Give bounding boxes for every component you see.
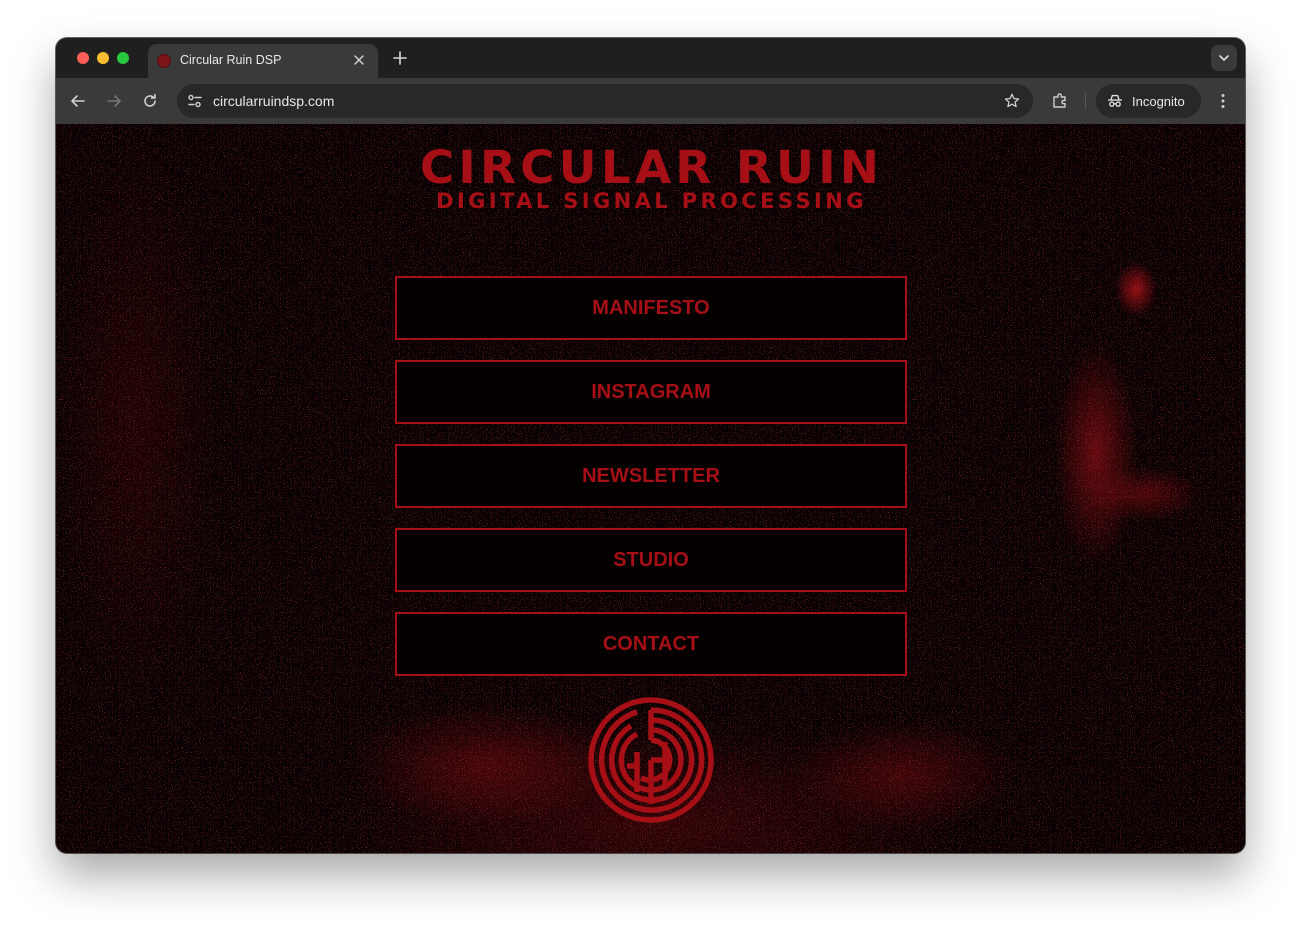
browser-toolbar: circularruindsp.com Incognito <box>56 78 1245 124</box>
incognito-icon <box>1108 94 1122 107</box>
zoom-window-button[interactable] <box>117 52 129 64</box>
plus-icon[interactable] <box>388 46 412 70</box>
toolbar-divider <box>1085 93 1086 109</box>
contact-label: CONTACT <box>602 632 700 655</box>
manifesto-label: MANIFESTO <box>592 296 710 319</box>
reload-icon[interactable] <box>140 91 160 111</box>
newsletter-label: NEWSLETTER <box>582 464 720 487</box>
close-window-button[interactable] <box>77 52 89 64</box>
circular-ruin-favicon-icon <box>157 54 171 68</box>
page-viewport: CIRCULAR RUIN DIGITAL SIGNAL PROCESSING … <box>56 124 1245 853</box>
manifesto-button[interactable]: MANIFESTO <box>395 276 907 340</box>
hero-section: CIRCULAR RUIN DIGITAL SIGNAL PROCESSING … <box>56 124 1245 853</box>
active-tab[interactable]: Circular Ruin DSP <box>148 44 378 78</box>
arrow-left-icon[interactable] <box>68 91 88 111</box>
newsletter-button[interactable]: NEWSLETTER <box>395 444 907 508</box>
url-text[interactable]: circularruindsp.com <box>213 93 334 109</box>
tab-title: Circular Ruin DSP <box>180 53 282 67</box>
brand-title[interactable]: CIRCULAR RUIN <box>385 145 919 190</box>
address-bar[interactable]: circularruindsp.com <box>177 84 1033 118</box>
brand-subtitle: DIGITAL SIGNAL PROCESSING <box>436 189 867 213</box>
studio-button[interactable]: STUDIO <box>395 528 907 592</box>
puzzle-icon[interactable] <box>1050 91 1070 111</box>
incognito-button[interactable]: Incognito <box>1096 84 1201 118</box>
instagram-button[interactable]: INSTAGRAM <box>395 360 907 424</box>
browser-window: Circular Ruin DSP circularruindsp.com In… <box>56 38 1245 853</box>
labyrinth-logo-icon <box>588 697 714 823</box>
site-settings-icon[interactable] <box>185 91 205 111</box>
contact-button[interactable]: CONTACT <box>395 612 907 676</box>
tab-search-button[interactable] <box>1211 45 1237 71</box>
minimize-window-button[interactable] <box>97 52 109 64</box>
incognito-label: Incognito <box>1132 94 1185 109</box>
tab-strip: Circular Ruin DSP <box>56 38 1245 78</box>
instagram-label: INSTAGRAM <box>591 380 711 403</box>
arrow-right-icon[interactable] <box>104 91 124 111</box>
star-icon[interactable] <box>1003 92 1021 110</box>
studio-label: STUDIO <box>613 548 689 571</box>
close-icon[interactable] <box>350 51 368 69</box>
kebab-menu-icon[interactable] <box>1213 91 1233 111</box>
chevron-down-icon <box>1219 55 1229 61</box>
main-navigation: MANIFESTO INSTAGRAM NEWSLETTER STUDIO CO… <box>395 276 908 696</box>
